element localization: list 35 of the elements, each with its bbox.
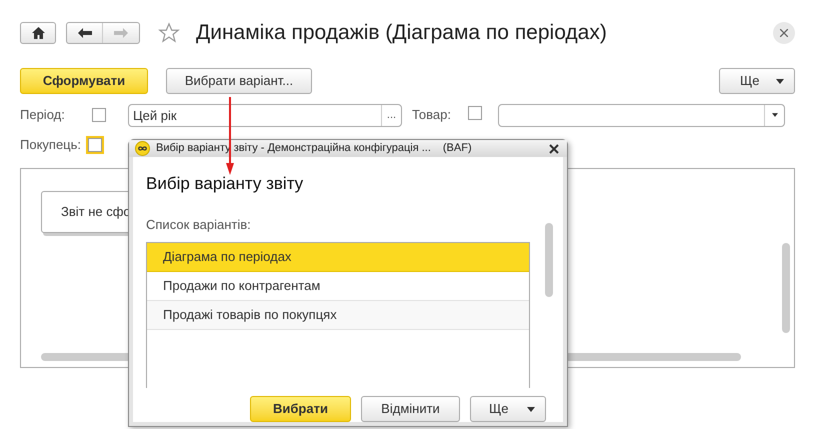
arrow-right-icon	[114, 28, 128, 38]
checkbox[interactable]	[88, 138, 102, 152]
cancel-button[interactable]: Відмінити	[361, 396, 460, 422]
input-field[interactable]: Цей рік ...	[128, 104, 402, 126]
field-label: Період:	[20, 106, 66, 124]
caret-icon	[772, 113, 778, 117]
dialog-title: Вибір варіанту звіту - Демонстраційна конфігурація ...	[156, 141, 431, 156]
generate-button[interactable]: Сформувати	[20, 68, 148, 94]
field-label: Покупець:	[20, 136, 82, 154]
home-button[interactable]	[20, 22, 56, 44]
close-button[interactable]	[773, 22, 795, 44]
list-item[interactable]: Діаграма по періодах	[147, 243, 529, 272]
input-field[interactable]	[498, 104, 785, 126]
list-item[interactable]: Продажі товарів по покупцях	[147, 301, 529, 330]
scrollbar-thumb[interactable]	[782, 243, 790, 333]
scrollbar-thumb[interactable]	[545, 223, 553, 297]
page-title: Динаміка продажів (Діаграма по періодах)	[196, 20, 607, 46]
caret-icon	[527, 406, 535, 412]
more-button[interactable]: Ще	[719, 68, 795, 94]
dialog-title-suffix: (BAF)	[442, 141, 472, 156]
more-button[interactable]: Ще	[470, 396, 546, 422]
select-button[interactable]: Вибрати	[250, 396, 351, 422]
list-label: Список варіантів:	[146, 216, 252, 234]
app-logo-icon	[135, 141, 150, 156]
home-icon	[32, 27, 44, 39]
checkbox[interactable]	[92, 108, 106, 122]
star-icon[interactable]	[158, 22, 180, 44]
field-label: Товар:	[412, 106, 452, 124]
choose-variant-button[interactable]: Вибрати варіант...	[166, 68, 312, 94]
arrow-left-icon	[78, 28, 92, 38]
caret-icon	[776, 78, 784, 84]
close-button[interactable]	[547, 142, 561, 156]
checkbox[interactable]	[468, 106, 482, 120]
close-icon	[780, 29, 788, 37]
dialog-heading: Вибір варіанту звіту	[146, 173, 304, 195]
